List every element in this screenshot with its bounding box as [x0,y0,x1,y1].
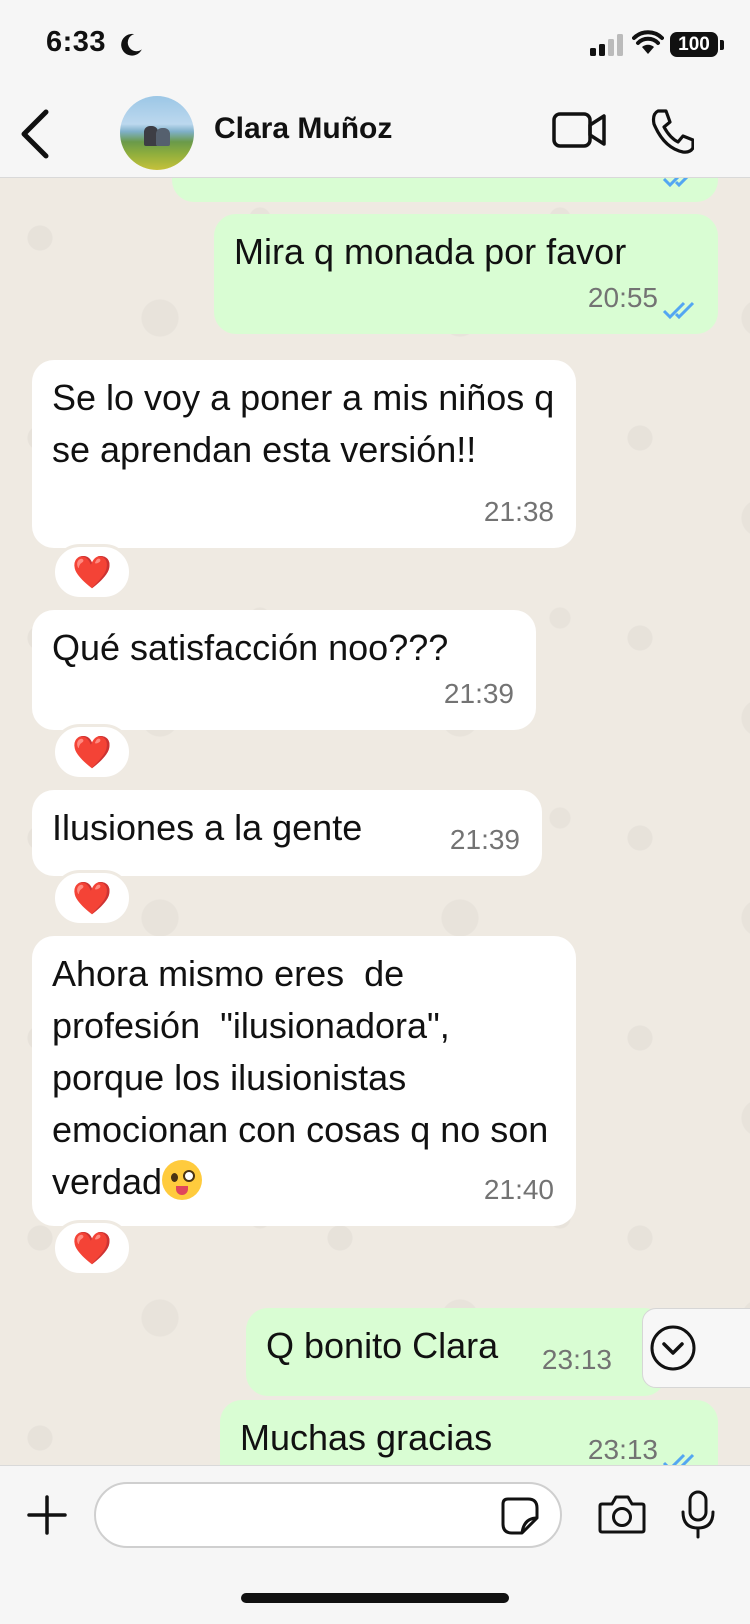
heart-reaction-icon: ❤️ [72,1230,112,1266]
contact-name[interactable]: Clara Muñoz [214,112,392,146]
composer-bar [0,1465,750,1624]
message-text-body: Ahora mismo eres de profesión "ilusionad… [52,953,559,1202]
battery-tip [720,40,724,50]
message-text: Qué satisfacción noo??? [52,627,449,668]
message-bubble-outgoing[interactable]: Muchas gracias 23:13 [220,1400,718,1465]
message-time: 21:38 [483,496,554,527]
message-time: 21:40 [483,1174,554,1205]
heart-reaction-icon: ❤️ [72,554,112,590]
chat-header: Clara Muñoz [0,90,750,178]
wifi-icon [632,30,664,54]
message-bubble-incoming[interactable]: Qué satisfacción noo??? 21:39 [32,610,536,730]
battery-indicator: 100 [670,32,718,57]
sticker-icon[interactable] [500,1496,540,1536]
message-reaction[interactable]: ❤️ [52,1220,132,1276]
heart-reaction-icon: ❤️ [72,734,112,770]
heart-reaction-icon: ❤️ [72,880,112,916]
moon-icon [121,33,142,56]
camera-icon[interactable] [598,1494,646,1534]
message-bubble-outgoing[interactable]: Q bonito Clara 23:13 [246,1308,666,1396]
contact-avatar[interactable] [120,96,194,170]
message-time: 20:55 [587,282,658,313]
scroll-to-bottom-button[interactable] [642,1308,750,1388]
message-bubble-incoming[interactable]: Se lo voy a poner a mis niños q se apren… [32,360,576,548]
cellular-signal-icon [590,34,623,56]
message-reaction[interactable]: ❤️ [52,870,132,926]
message-bubble-incoming[interactable]: Ahora mismo eres de profesión "ilusionad… [32,936,576,1226]
message-text: Mira q monada por favor [234,231,627,272]
winking-face-with-tongue-emoji [162,1160,203,1200]
chat-area[interactable]: 20:55 Mira q monada por favor 20:55 Se l… [0,178,750,1465]
message-time: 21:39 [449,824,520,855]
microphone-icon[interactable] [680,1490,716,1540]
read-ticks-icon [662,301,695,320]
message-bubble-incoming[interactable]: Ilusiones a la gente 21:39 [32,790,542,876]
status-bar: 6:33 100 [0,0,750,90]
video-call-icon[interactable] [552,110,606,150]
message-bubble-outgoing[interactable]: 20:55 [172,178,718,202]
status-time: 6:33 [46,26,107,58]
message-time: 23:13 [587,1434,658,1465]
read-ticks-icon [662,178,689,188]
message-text: Se lo voy a poner a mis niños q se apren… [52,377,565,470]
message-time: 20:55 [588,178,658,192]
chevron-down-icon [650,1325,696,1371]
plus-icon[interactable] [26,1494,68,1536]
back-chevron-icon[interactable] [14,104,58,162]
message-time: 23:13 [541,1344,612,1375]
message-time: 21:39 [443,678,514,709]
message-reaction[interactable]: ❤️ [52,544,132,600]
home-indicator[interactable] [241,1593,509,1603]
message-text: Ahora mismo eres de profesión "ilusionad… [52,948,556,1208]
message-bubble-outgoing[interactable]: Mira q monada por favor 20:55 [214,214,718,334]
message-input[interactable] [94,1482,562,1548]
read-ticks-icon [662,1453,695,1465]
phone-call-icon[interactable] [650,108,694,154]
message-reaction[interactable]: ❤️ [52,724,132,780]
